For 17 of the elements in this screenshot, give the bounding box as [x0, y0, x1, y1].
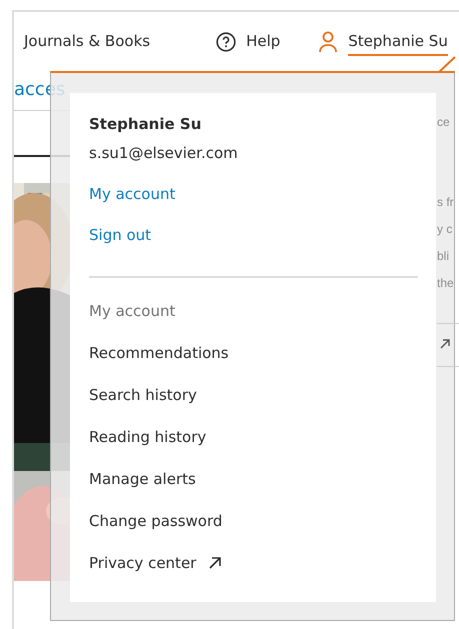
nav-link[interactable]: Help — [246, 28, 280, 56]
user-name: Stephanie Su — [89, 114, 202, 135]
text-fragment: s fr — [437, 194, 455, 211]
text-fragment: ce — [437, 114, 451, 131]
menu-item[interactable]: Manage alerts — [89, 468, 196, 490]
external-link-icon — [208, 556, 222, 570]
nav-link[interactable]: Journals & Books — [24, 28, 150, 56]
arrow-icon — [439, 338, 451, 350]
nav-link[interactable]: Stephanie Su — [348, 28, 448, 56]
user-email: s.su1@elsevier.com — [89, 143, 239, 164]
menu-item[interactable]: Privacy center — [89, 552, 222, 574]
text-fragment: bli — [437, 248, 450, 265]
menu-item[interactable]: Change password — [89, 510, 222, 532]
text-fragment: the — [437, 275, 455, 292]
user-icon — [318, 31, 338, 53]
help-icon — [216, 32, 236, 52]
text-fragment: y c — [437, 221, 454, 238]
